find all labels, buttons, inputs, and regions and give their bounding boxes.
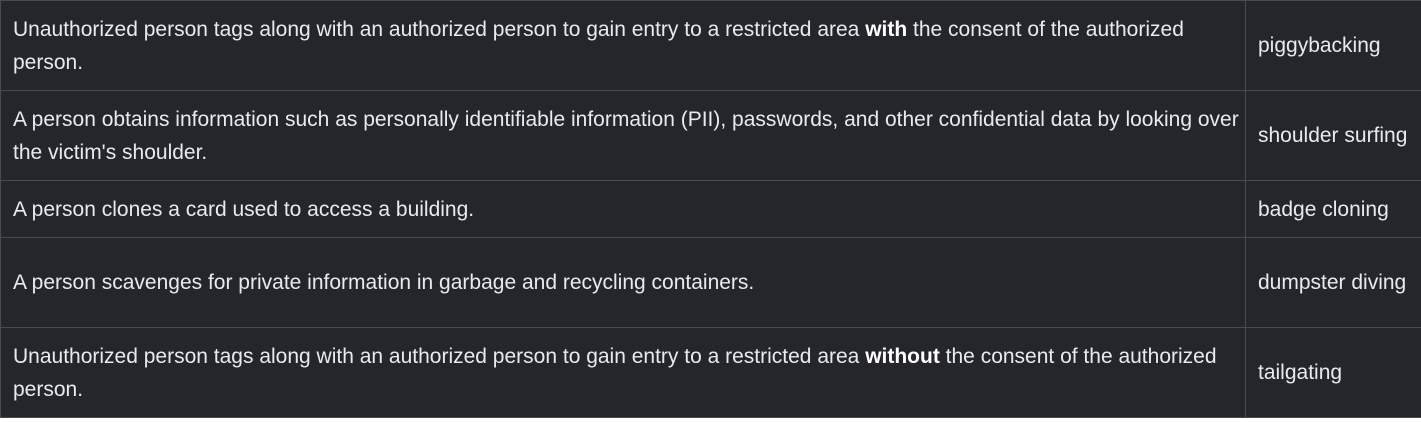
term-cell: piggybacking (1245, 0, 1421, 91)
table-row: A person clones a card used to access a … (0, 180, 1421, 238)
term-cell: shoulder surfing (1245, 90, 1421, 181)
description-cell: Unauthorized person tags along with an a… (0, 0, 1246, 91)
description-cell: Unauthorized person tags along with an a… (0, 327, 1246, 418)
table-row: A person scavenges for private informati… (0, 237, 1421, 328)
description-cell: A person clones a card used to access a … (0, 180, 1246, 238)
emphasis-text: without (865, 344, 940, 368)
description-cell: A person obtains information such as per… (0, 90, 1246, 181)
term-cell: tailgating (1245, 327, 1421, 418)
term-cell: dumpster diving (1245, 237, 1421, 328)
term-cell: badge cloning (1245, 180, 1421, 238)
table-row: A person obtains information such as per… (0, 90, 1421, 181)
description-cell: A person scavenges for private informati… (0, 237, 1246, 328)
social-engineering-matching-table: Unauthorized person tags along with an a… (0, 0, 1421, 418)
table-row: Unauthorized person tags along with an a… (0, 0, 1421, 91)
table-row: Unauthorized person tags along with an a… (0, 327, 1421, 418)
emphasis-text: with (865, 17, 908, 41)
matching-table-container: Unauthorized person tags along with an a… (0, 0, 1421, 418)
